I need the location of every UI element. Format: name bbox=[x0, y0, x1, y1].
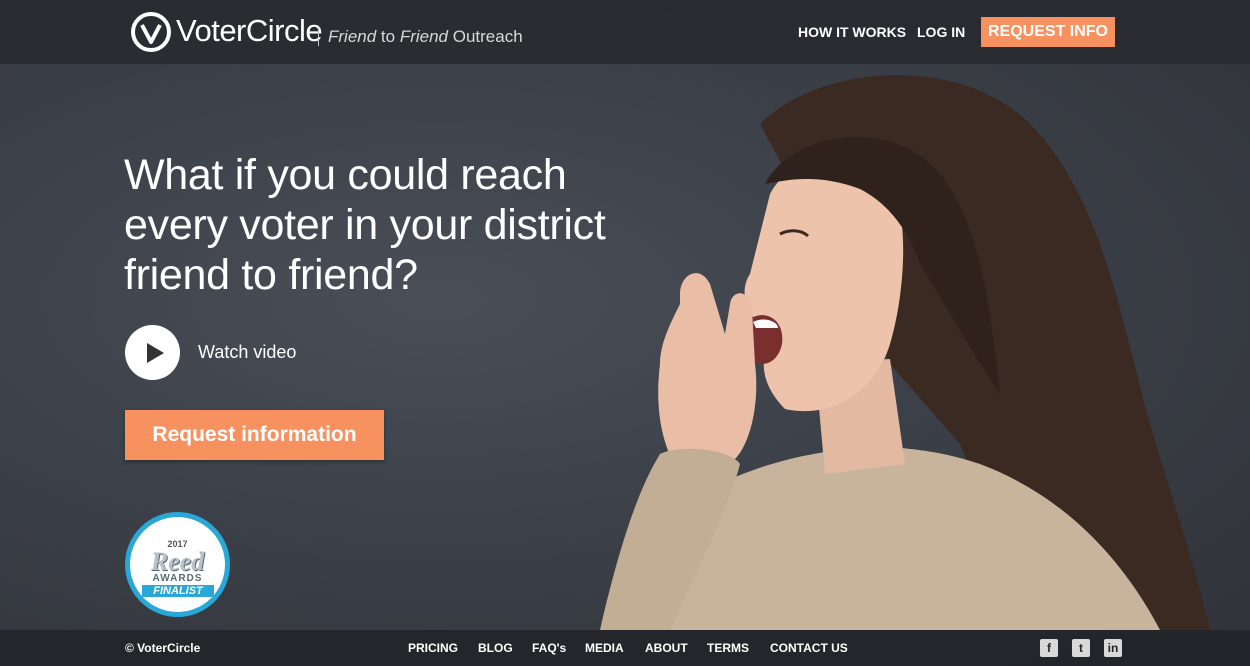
header-divider bbox=[318, 27, 319, 46]
facebook-icon[interactable]: f bbox=[1040, 639, 1058, 657]
top-navigation-bar: VoterCircle Friend to Friend Outreach HO… bbox=[0, 0, 1250, 64]
tagline-friend-1: Friend bbox=[328, 27, 377, 46]
headline-line-2: every voter in your district bbox=[124, 201, 606, 249]
hero-headline: What if you could reach every voter in y… bbox=[124, 150, 644, 300]
footer-link-about[interactable]: ABOUT bbox=[645, 641, 688, 655]
brand-tagline: Friend to Friend Outreach bbox=[328, 27, 523, 47]
tagline-outreach: Outreach bbox=[448, 27, 523, 46]
footer-link-faqs[interactable]: FAQ's bbox=[532, 641, 566, 655]
request-information-button[interactable]: Request information bbox=[125, 410, 384, 460]
tagline-friend-2: Friend bbox=[399, 27, 448, 46]
footer-link-contact-us[interactable]: CONTACT US bbox=[770, 641, 848, 655]
request-info-button[interactable]: REQUEST INFO bbox=[981, 17, 1115, 47]
nav-log-in[interactable]: LOG IN bbox=[917, 24, 965, 40]
headline-line-3: friend to friend? bbox=[124, 251, 418, 299]
badge-finalist-text: FINALIST bbox=[142, 585, 214, 597]
footer-link-media[interactable]: MEDIA bbox=[585, 641, 624, 655]
badge-awards-text: AWARDS bbox=[152, 573, 203, 584]
play-icon bbox=[147, 343, 164, 363]
nav-how-it-works[interactable]: HOW IT WORKS bbox=[798, 24, 906, 40]
footer-link-blog[interactable]: BLOG bbox=[478, 641, 513, 655]
play-video-button[interactable] bbox=[125, 325, 180, 380]
twitter-icon[interactable]: t bbox=[1072, 639, 1090, 657]
headline-line-1: What if you could reach bbox=[124, 151, 567, 199]
brand-name[interactable]: VoterCircle bbox=[176, 13, 323, 49]
watch-video-link[interactable]: Watch video bbox=[198, 342, 296, 363]
footer-bar: © VoterCircle PRICING BLOG FAQ's MEDIA A… bbox=[0, 630, 1250, 666]
reed-awards-badge: 2017 Reed AWARDS FINALIST bbox=[125, 512, 230, 617]
tagline-to: to bbox=[376, 27, 400, 46]
linkedin-icon[interactable]: in bbox=[1104, 639, 1122, 657]
footer-copyright: © VoterCircle bbox=[125, 641, 201, 655]
hero-woman-image bbox=[600, 75, 1210, 630]
footer-link-terms[interactable]: TERMS bbox=[707, 641, 749, 655]
footer-link-pricing[interactable]: PRICING bbox=[408, 641, 458, 655]
votercircle-logo-icon[interactable] bbox=[130, 11, 172, 53]
